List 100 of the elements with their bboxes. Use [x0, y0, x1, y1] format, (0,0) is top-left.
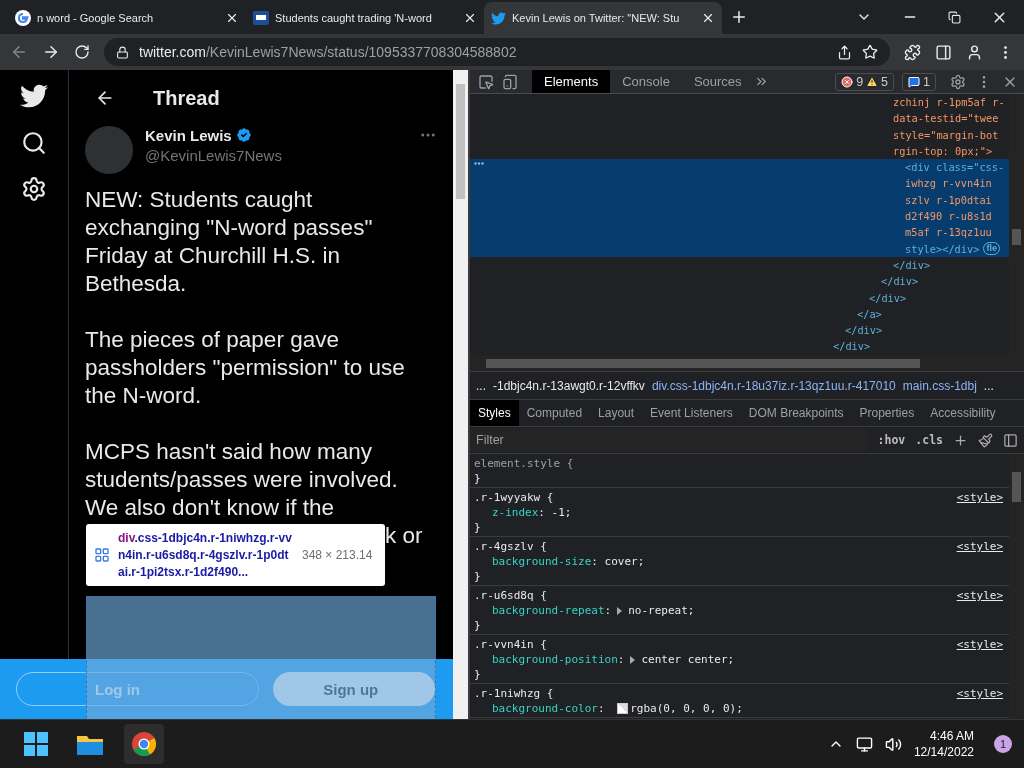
filter-toggle[interactable]: :hov: [877, 433, 906, 447]
more-dots-icon[interactable]: [474, 162, 484, 165]
tweet-text: The pieces of paper gave passholders "permission" to use the N-word.: [85, 326, 406, 410]
property-value: rgba(0, 0, 0, 0);: [630, 701, 743, 716]
search-icon[interactable]: [21, 130, 47, 156]
breadcrumb[interactable]: -1dbjc4n.r-13awgt0.r-12vffkv: [493, 378, 645, 393]
closing-brace: }: [474, 520, 482, 535]
colon: :: [538, 505, 545, 520]
filter-field[interactable]: Filter: [470, 429, 868, 451]
network-icon[interactable]: [855, 735, 873, 753]
expand-icon[interactable]: [617, 606, 623, 615]
issues-counter[interactable]: 9 5: [835, 72, 895, 91]
extensions-icon[interactable]: [904, 43, 921, 61]
panel-tab[interactable]: Properties: [851, 400, 923, 426]
filter-toggle[interactable]: .cls: [915, 433, 943, 447]
bird-icon: [491, 10, 506, 26]
code-line: d2f490 r-u8s1d: [905, 209, 992, 225]
source-link[interactable]: <style>: [956, 686, 1003, 701]
property-name: background-size: [492, 554, 592, 569]
closing-brace: }: [474, 667, 482, 682]
browser-taskbar-icon[interactable]: [124, 724, 164, 764]
scrollbar[interactable]: [1009, 94, 1024, 356]
profile-icon[interactable]: [966, 43, 983, 61]
settings-icon[interactable]: [21, 176, 47, 202]
source-link[interactable]: <style>: [956, 539, 1003, 554]
inspect-icon[interactable]: [478, 73, 494, 90]
message-count: 1: [923, 74, 930, 89]
device-toggle-icon[interactable]: [502, 73, 518, 90]
panel-tab[interactable]: Styles: [470, 400, 519, 426]
scrollbar[interactable]: [470, 356, 1024, 371]
address-bar[interactable]: twitter.com/KevinLewis7News/status/1095337708304588802: [104, 38, 890, 66]
clock[interactable]: 4:46 AM 12/14/2022: [913, 728, 974, 760]
lock-icon: [116, 45, 129, 59]
author-handle[interactable]: @KevinLewis7News: [145, 147, 407, 164]
breadcrumb[interactable]: main.css-1dbj: [902, 378, 977, 393]
css-selector: .r-1niwhzg {: [474, 686, 554, 701]
selected-node[interactable]: <div class="css- iwhzg r-vvn4in szlv r-1p0dtai d2f490 r-u8s1d m5af r-13qz1uu style></div> fle: [470, 159, 1009, 257]
property-name: background-repeat: [492, 603, 605, 618]
error-count: 9: [856, 74, 864, 89]
scrollbar[interactable]: [1009, 454, 1024, 719]
google-icon: [15, 10, 31, 26]
devtools-tab[interactable]: Console: [610, 70, 682, 93]
devtools-tab[interactable]: Sources: [681, 70, 754, 93]
new-rule-icon[interactable]: [953, 432, 968, 448]
css-selector: .r-1wyyakw {: [474, 490, 554, 505]
panel-tab[interactable]: Event Listeners: [642, 400, 741, 426]
breadcrumb[interactable]: ...: [476, 378, 486, 393]
code-line: rgin-top: 0px;">: [893, 143, 993, 159]
code-line: </div>: [881, 274, 919, 290]
breadcrumb[interactable]: div.css-1dbjc4n.r-18u37iz.r-13qz1uu.r-417010: [651, 378, 896, 393]
reload-icon[interactable]: [74, 44, 90, 60]
panel-tab[interactable]: Accessibility: [922, 400, 1004, 426]
colon: :: [597, 701, 605, 716]
browser-tab[interactable]: Students caught trading 'N-word: [246, 2, 484, 34]
closing-brace: }: [474, 471, 482, 486]
source-link[interactable]: <style>: [956, 490, 1003, 505]
source-link[interactable]: <style>: [956, 588, 1003, 603]
messages-counter[interactable]: 1: [902, 72, 936, 91]
bookmark-star-icon[interactable]: [862, 44, 878, 60]
code-line: </div>: [845, 323, 883, 339]
side-panel-icon[interactable]: [935, 43, 952, 61]
panel-tab[interactable]: DOM Breakpoints: [740, 400, 852, 426]
paint-icon[interactable]: [978, 432, 993, 448]
css-selector: .r-u6sd8q {: [474, 588, 547, 603]
property-value: cover;: [604, 554, 645, 569]
scrollbar[interactable]: [453, 70, 468, 719]
property-name: z-index: [492, 505, 539, 520]
property-value: center center;: [641, 652, 735, 667]
browser-tab[interactable]: n word - Google Search: [8, 2, 246, 34]
panel-tab[interactable]: Computed: [518, 400, 591, 426]
colon: :: [591, 554, 598, 569]
color-swatch[interactable]: [617, 703, 629, 714]
back-icon[interactable]: [10, 43, 28, 61]
tweet-text: NEW: Students caught exchanging "N-word passes" Friday at Churchill H.S. in Bethesda.: [85, 186, 374, 298]
browser-tab[interactable]: Kevin Lewis on Twitter: "NEW: Stu: [484, 2, 722, 34]
colon: :: [604, 603, 612, 618]
restore-icon[interactable]: [948, 10, 961, 24]
notification-badge[interactable]: 1: [994, 735, 1012, 753]
volume-icon[interactable]: [884, 735, 902, 753]
element-selector: div.css-1dbjc4n.r-1niwhzg.r-vvn4in.r-u6sd8q.r-4gszlv.r-1p0dtai.r-1pi2tsx.r-1d2f490...: [118, 529, 293, 581]
bird-logo-icon[interactable]: [20, 82, 48, 110]
panel-tab[interactable]: Layout: [590, 400, 643, 426]
sidebar-toggle-icon[interactable]: [1003, 432, 1018, 448]
css-selector: .r-vvn4in {: [474, 637, 547, 652]
code-line: iwhzg r-vvn4in: [905, 176, 992, 192]
author-name[interactable]: Kevin Lewis: [145, 126, 232, 144]
page-title: Thread: [153, 86, 220, 110]
forward-icon[interactable]: [42, 43, 60, 61]
tweet-text: k or: [385, 522, 423, 550]
breadcrumb[interactable]: ...: [983, 378, 994, 393]
share-icon[interactable]: [837, 44, 852, 60]
devtools-tab[interactable]: Elements: [532, 70, 611, 93]
css-selector: .r-4gszlv {: [474, 539, 547, 554]
flex-badge[interactable]: fle: [983, 242, 1000, 256]
new-tab-icon[interactable]: [730, 8, 748, 26]
message-icon: [908, 75, 921, 88]
code-line: </div>: [869, 290, 907, 306]
expand-icon[interactable]: [630, 655, 636, 664]
source-link[interactable]: <style>: [956, 637, 1003, 652]
code-line: style="margin-bot: [893, 127, 999, 143]
